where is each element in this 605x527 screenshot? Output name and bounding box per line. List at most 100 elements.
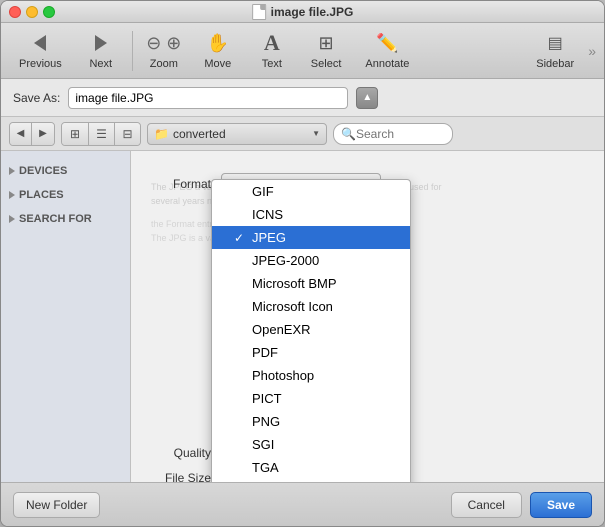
sidebar-section-devices: DEVICES: [1, 159, 130, 183]
annotate-label: Annotate: [365, 58, 409, 70]
jpeg-checkmark: ✓: [232, 231, 246, 245]
format-photoshop-label: Photoshop: [252, 368, 314, 383]
sidebar-triangle-places: [9, 191, 15, 199]
format-option-jpeg2000[interactable]: JPEG-2000: [212, 249, 410, 272]
nav-forward-button[interactable]: ▶: [32, 123, 54, 145]
save-as-label: Save As:: [13, 91, 60, 105]
move-icon: ✋: [204, 31, 232, 55]
window-title: image file.JPG: [271, 5, 354, 19]
format-openexr-label: OpenEXR: [252, 322, 311, 337]
maximize-button[interactable]: [43, 6, 55, 18]
format-pdf-label: PDF: [252, 345, 278, 360]
next-icon: [87, 31, 115, 55]
format-option-photoshop[interactable]: Photoshop: [212, 364, 410, 387]
save-as-input[interactable]: [68, 87, 348, 109]
sidebar-button[interactable]: ▤ Sidebar: [526, 27, 584, 74]
select-label: Select: [311, 58, 342, 70]
file-icon: [252, 4, 266, 20]
format-jpeg-label: JPEG: [252, 230, 286, 245]
titlebar-title: image file.JPG: [252, 4, 354, 20]
move-label: Move: [204, 58, 231, 70]
format-selector-area: Format JPEG ▼ GIF ICNS: [131, 151, 604, 482]
toolbar: Previous Next ⊖ ⊕ Zoom ✋ Move A Text: [1, 23, 604, 79]
titlebar: image file.JPG: [1, 1, 604, 23]
format-option-tiff[interactable]: TIFF: [212, 479, 410, 482]
zoom-button[interactable]: ⊖ ⊕ Zoom: [139, 27, 189, 74]
text-label: Text: [262, 58, 282, 70]
sidebar-places-label: PLACES: [19, 189, 64, 201]
format-jpeg2000-label: JPEG-2000: [252, 253, 319, 268]
format-option-tga[interactable]: TGA: [212, 456, 410, 479]
save-as-bar: Save As: ▲: [1, 79, 604, 117]
format-option-jpeg[interactable]: ✓ JPEG: [212, 226, 410, 249]
icon-view-button[interactable]: ⊞: [62, 123, 88, 145]
format-option-ms-icon[interactable]: Microsoft Icon: [212, 295, 410, 318]
format-option-icns[interactable]: ICNS: [212, 203, 410, 226]
cancel-button[interactable]: Cancel: [451, 492, 522, 518]
sidebar: DEVICES PLACES SEARCH FOR: [1, 151, 131, 482]
search-input[interactable]: [333, 123, 453, 145]
next-button[interactable]: Next: [76, 27, 126, 74]
expand-button[interactable]: ▲: [356, 87, 378, 109]
format-option-gif[interactable]: GIF: [212, 180, 410, 203]
toolbar-end: ▤ Sidebar »: [526, 27, 596, 74]
format-option-pdf[interactable]: PDF: [212, 341, 410, 364]
dropdown-arrow-icon: ▼: [312, 129, 320, 138]
sidebar-devices-label: DEVICES: [19, 165, 67, 177]
sidebar-triangle-devices: [9, 167, 15, 175]
format-option-png[interactable]: PNG: [212, 410, 410, 433]
format-option-openexr[interactable]: OpenEXR: [212, 318, 410, 341]
column-view-button[interactable]: ⊟: [114, 123, 140, 145]
minimize-button[interactable]: [26, 6, 38, 18]
previous-button[interactable]: Previous: [9, 27, 72, 74]
format-option-ms-bmp[interactable]: Microsoft BMP: [212, 272, 410, 295]
folder-icon: 📁: [154, 127, 169, 141]
sidebar-places-header[interactable]: PLACES: [1, 187, 130, 203]
new-folder-button[interactable]: New Folder: [13, 492, 100, 518]
format-tga-label: TGA: [252, 460, 279, 475]
annotate-button[interactable]: ✏️ Annotate: [355, 27, 419, 74]
format-option-sgi[interactable]: SGI: [212, 433, 410, 456]
window: image file.JPG Previous Next ⊖ ⊕ Zoom ✋: [0, 0, 605, 527]
save-label: Save: [547, 498, 575, 512]
sidebar-section-places: PLACES: [1, 183, 130, 207]
sidebar-triangle-search: [9, 215, 15, 223]
save-button[interactable]: Save: [530, 492, 592, 518]
move-button[interactable]: ✋ Move: [193, 27, 243, 74]
nav-arrows: ◀ ▶: [9, 122, 55, 146]
format-label: Format: [151, 177, 211, 191]
file-area: The JPEG a variant of the JPG and TIFF f…: [131, 151, 604, 482]
close-button[interactable]: [9, 6, 21, 18]
next-label: Next: [89, 58, 112, 70]
format-gif-label: GIF: [252, 184, 274, 199]
sidebar-icon: ▤: [541, 31, 569, 55]
select-icon: ⊞: [312, 31, 340, 55]
folder-name: converted: [173, 127, 308, 141]
zoom-icon: ⊖ ⊕: [150, 31, 178, 55]
nav-back-button[interactable]: ◀: [10, 123, 32, 145]
main-content: DEVICES PLACES SEARCH FOR The JPEG a var: [1, 151, 604, 482]
previous-icon: [26, 31, 54, 55]
format-icns-label: ICNS: [252, 207, 283, 222]
sidebar-search-header[interactable]: SEARCH FOR: [1, 211, 130, 227]
previous-label: Previous: [19, 58, 62, 70]
format-sgi-label: SGI: [252, 437, 274, 452]
list-view-button[interactable]: ☰: [88, 123, 114, 145]
view-buttons: ⊞ ☰ ⊟: [61, 122, 141, 146]
sidebar-search-label: SEARCH FOR: [19, 213, 92, 225]
folder-dropdown[interactable]: 📁 converted ▼: [147, 123, 327, 145]
search-wrapper: 🔍: [333, 123, 453, 145]
overflow-icon: »: [588, 43, 596, 59]
select-button[interactable]: ⊞ Select: [301, 27, 352, 74]
annotate-icon: ✏️: [373, 31, 401, 55]
filesize-label: File Size: [151, 471, 211, 482]
sidebar-devices-header[interactable]: DEVICES: [1, 163, 130, 179]
format-option-pict[interactable]: PICT: [212, 387, 410, 410]
new-folder-label: New Folder: [26, 498, 87, 512]
traffic-lights: [9, 6, 55, 18]
format-ms-bmp-label: Microsoft BMP: [252, 276, 337, 291]
text-button[interactable]: A Text: [247, 27, 297, 74]
format-ms-icon-label: Microsoft Icon: [252, 299, 333, 314]
bottom-bar: New Folder Cancel Save: [1, 482, 604, 526]
format-pict-label: PICT: [252, 391, 282, 406]
